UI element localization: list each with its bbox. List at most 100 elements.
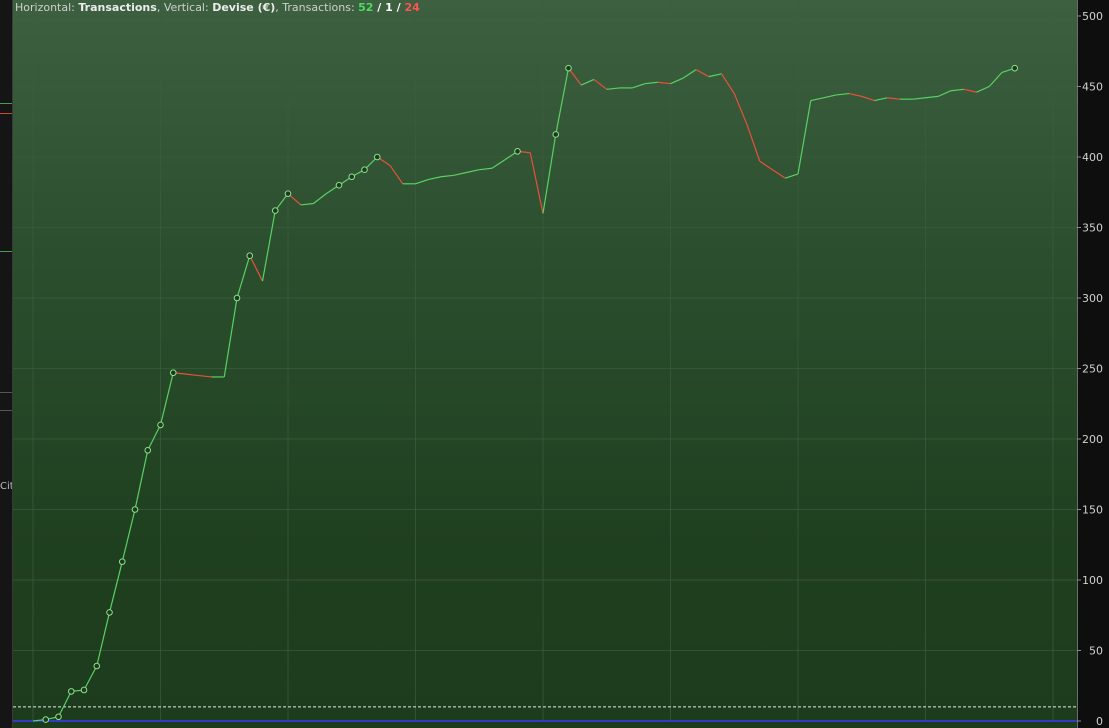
trade-marker [246,252,254,259]
falling-segment [657,81,671,85]
trade-marker [169,369,177,377]
horizontal-value: Transactions [78,1,157,14]
rising-segment [415,178,429,185]
y-tick-label: 450 [1082,81,1103,94]
trade-marker [335,181,343,189]
trade-marker [157,421,164,429]
trade-marker [118,558,126,565]
rising-segment [797,100,812,175]
trade-marker [373,153,381,161]
trade-marker [271,207,279,214]
rising-segment [632,83,646,89]
trade-marker [348,173,356,181]
trade-marker [1011,64,1019,72]
rising-segment [428,176,442,181]
rising-segment [300,202,314,206]
y-tick-label: 200 [1082,433,1103,446]
rising-segment [479,167,493,171]
falling-segment [695,69,710,78]
reference-lines [13,706,1077,722]
neutral-count: 1 [385,1,393,14]
rising-segment [682,69,697,79]
falling-segment [848,92,862,97]
trade-marker [514,148,521,155]
rising-segment [134,450,149,510]
count-separator: / [373,1,386,14]
rising-segment [96,612,111,667]
rising-segment [581,78,595,86]
y-tick-label: 100 [1082,574,1103,587]
transactions-label: Transactions: [282,1,355,14]
rising-segment [874,97,888,102]
rising-segment [223,297,238,378]
y-tick-label: 350 [1082,222,1103,235]
horizontal-label: Horizontal: [15,1,75,14]
y-tick-label: 500 [1082,10,1103,23]
rising-segment [912,97,926,100]
rising-segment [440,174,454,178]
trade-markers [42,64,1019,723]
rising-segment [159,372,174,426]
rising-segment [261,210,276,282]
y-tick-label: 50 [1089,645,1103,658]
falling-segment [759,160,773,171]
rising-segment [236,255,251,299]
falling-segment [249,255,264,282]
falling-segment [772,169,786,179]
rising-segment [988,71,1003,87]
trade-marker [552,131,560,138]
rising-segment [925,95,939,99]
rising-segment [491,159,506,169]
trade-marker [67,688,75,695]
count-separator: / [392,1,405,14]
trade-marker [144,446,152,454]
y-tick-label: 250 [1082,363,1103,376]
trade-marker [131,506,139,513]
trade-marker [361,166,368,173]
rising-segment [976,85,990,93]
rising-segment [108,561,123,613]
vertical-value: Devise (€) [212,1,276,14]
falling-segment [720,73,735,94]
equity-curve [32,67,1015,722]
trade-marker [80,686,88,694]
rising-segment [83,665,98,691]
y-tick-label: 300 [1082,292,1103,305]
falling-segment [185,373,199,377]
trade-marker [284,190,292,197]
trade-marker [565,64,572,72]
y-axis-ticks: 0 50 100 150 200 250 300 350 400 450 500 [1077,10,1103,728]
falling-segment [861,95,875,102]
rising-segment [785,173,799,179]
rising-segment [836,92,850,96]
rising-segment [938,90,952,97]
trade-marker [106,609,113,616]
grid-lines [13,0,1077,722]
rising-segment [453,171,467,176]
rising-segment [555,68,570,135]
rising-segment [542,134,557,214]
rising-segment [121,509,136,562]
trade-marker [42,716,50,723]
falling-segment [746,124,761,162]
rising-segment [466,169,480,174]
trade-marker [55,713,62,721]
falling-segment [389,165,404,185]
rising-segment [950,88,964,92]
equity-chart: 0 50 100 150 200 250 300 350 400 450 500 [13,0,1103,728]
rising-segment [313,193,327,205]
falling-segment [529,152,544,214]
rising-segment [644,81,658,85]
falling-segment [887,97,901,100]
falling-segment [198,374,212,378]
rising-segment [606,87,620,90]
rising-segment [57,691,72,718]
rising-segment [147,424,162,451]
falling-segment [593,78,608,90]
rising-segment [810,97,824,102]
falling-segment [733,93,748,125]
rising-segment [670,77,684,85]
y-tick-label: 150 [1082,504,1103,517]
losing-count: 24 [404,1,420,14]
y-tick-label: 0 [1096,715,1103,728]
